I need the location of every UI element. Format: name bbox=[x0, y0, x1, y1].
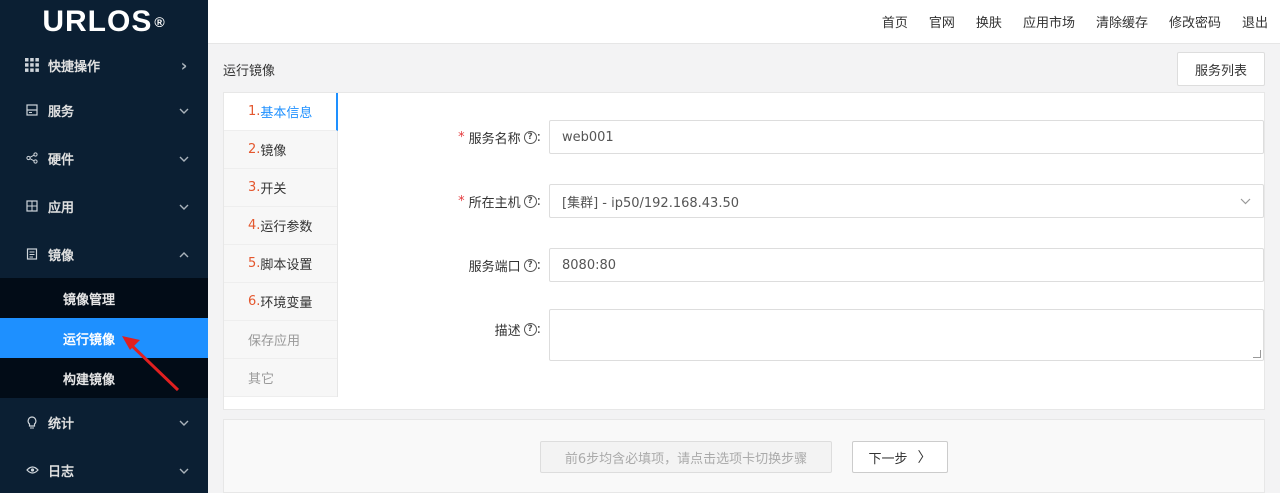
sidebar-item-stats[interactable]: 统计 bbox=[0, 398, 208, 446]
chevron-up-icon bbox=[178, 247, 190, 261]
step-tabs: 1. 基本信息 2. 镜像 3. 开关 4. 运行参数 5. 脚本设置 6. 环境变量 保存… bbox=[224, 93, 338, 397]
chevron-down-icon bbox=[178, 151, 190, 165]
host-label: * 所在主机 ? : bbox=[458, 193, 541, 211]
sidebar: URLOS ® 快捷操作 › 服务 硬件 应用 镜像 镜像管理 运行镜像 构建镜… bbox=[0, 0, 208, 493]
chevron-down-icon bbox=[178, 103, 190, 117]
sidebar-item-services[interactable]: 服务 bbox=[0, 86, 208, 134]
tab-basic-info[interactable]: 1. 基本信息 bbox=[224, 93, 338, 131]
sidebar-submenu-images: 镜像管理 运行镜像 构建镜像 bbox=[0, 278, 208, 398]
page-title: 运行镜像 bbox=[223, 64, 276, 79]
registered-mark: ® bbox=[154, 14, 166, 30]
nav-link-home[interactable]: 首页 bbox=[882, 12, 908, 31]
help-icon[interactable]: ? bbox=[523, 130, 537, 144]
help-icon[interactable]: ? bbox=[523, 323, 537, 336]
sidebar-item-label: 快捷操作 bbox=[48, 59, 101, 75]
bulb-icon bbox=[24, 414, 40, 430]
tab-save-app[interactable]: 保存应用 bbox=[224, 321, 337, 359]
help-icon[interactable]: ? bbox=[523, 194, 537, 208]
sidebar-item-apps[interactable]: 应用 bbox=[0, 182, 208, 230]
document-icon bbox=[24, 246, 40, 262]
sidebar-item-label: 服务 bbox=[48, 104, 75, 120]
service-name-row: * 服务名称 ? : web001 bbox=[338, 120, 1264, 154]
port-input[interactable]: 8080:80 bbox=[549, 248, 1264, 282]
help-icon[interactable]: ? bbox=[523, 258, 537, 272]
sidebar-item-label: 日志 bbox=[48, 464, 75, 480]
form-panel: 1. 基本信息 2. 镜像 3. 开关 4. 运行参数 5. 脚本设置 6. 环境变量 保存… bbox=[223, 92, 1265, 410]
port-row: 服务端口 ? : 8080:80 bbox=[338, 248, 1264, 282]
nav-link-clear-cache[interactable]: 清除缓存 bbox=[1096, 12, 1148, 31]
share-icon bbox=[24, 150, 40, 166]
next-step-button[interactable]: 下一步 〉 bbox=[852, 441, 948, 473]
host-row: * 所在主机 ? : [集群] - ip50/192.168.43.50 bbox=[338, 184, 1264, 218]
tab-script-settings[interactable]: 5. 脚本设置 bbox=[224, 245, 337, 283]
sidebar-item-hardware[interactable]: 硬件 bbox=[0, 134, 208, 182]
host-select[interactable]: [集群] - ip50/192.168.43.50 bbox=[549, 184, 1264, 218]
logo[interactable]: URLOS ® bbox=[0, 0, 208, 44]
description-row: 描述 ? : bbox=[338, 309, 1264, 361]
tab-env-vars[interactable]: 6. 环境变量 bbox=[224, 283, 337, 321]
sidebar-subitem-run-image[interactable]: 运行镜像 bbox=[0, 318, 208, 358]
tab-run-params[interactable]: 4. 运行参数 bbox=[224, 207, 337, 245]
chevron-down-icon bbox=[178, 199, 190, 213]
service-name-label: * 服务名称 ? : bbox=[458, 129, 541, 147]
tab-other[interactable]: 其它 bbox=[224, 359, 337, 397]
nav-link-official-site[interactable]: 官网 bbox=[929, 12, 955, 31]
tab-image[interactable]: 2. 镜像 bbox=[224, 131, 337, 169]
resize-handle-icon[interactable] bbox=[1253, 350, 1261, 358]
top-nav: 首页 官网 换肤 应用市场 清除缓存 修改密码 退出 bbox=[208, 0, 1280, 44]
apps-icon bbox=[24, 198, 40, 214]
service-list-button[interactable]: 服务列表 bbox=[1177, 52, 1265, 86]
sidebar-item-images[interactable]: 镜像 bbox=[0, 230, 208, 278]
main-content: 运行镜像 服务列表 1. 基本信息 2. 镜像 3. 开关 4. 运行参数 5. 脚本设置… bbox=[208, 44, 1280, 493]
chevron-right-icon: 〉 bbox=[917, 450, 932, 466]
basic-info-form: * 服务名称 ? : web001 * 所在主机 ? : [集群] - ip50… bbox=[338, 93, 1264, 409]
sidebar-item-label: 硬件 bbox=[48, 152, 75, 168]
chevron-right-icon: › bbox=[180, 55, 188, 75]
service-name-input[interactable]: web001 bbox=[549, 120, 1264, 154]
chevron-down-icon bbox=[178, 463, 190, 477]
sidebar-item-logs[interactable]: 日志 bbox=[0, 446, 208, 493]
description-label: 描述 ? : bbox=[494, 322, 541, 339]
chevron-down-icon bbox=[178, 415, 190, 429]
nav-link-change-password[interactable]: 修改密码 bbox=[1169, 12, 1221, 31]
sidebar-item-quick-ops[interactable]: 快捷操作 › bbox=[0, 44, 208, 86]
tab-switches[interactable]: 3. 开关 bbox=[224, 169, 337, 207]
port-label: 服务端口 ? : bbox=[468, 257, 541, 275]
logo-text: URLOS bbox=[42, 5, 153, 38]
grid-icon bbox=[24, 57, 40, 73]
nav-link-app-market[interactable]: 应用市场 bbox=[1023, 12, 1075, 31]
form-footer: 前6步均含必填项，请点击选项卡切换步骤 下一步 〉 bbox=[223, 419, 1265, 493]
nav-link-skin[interactable]: 换肤 bbox=[976, 12, 1002, 31]
required-hint-button: 前6步均含必填项，请点击选项卡切换步骤 bbox=[540, 441, 832, 473]
chevron-down-icon bbox=[1240, 194, 1251, 208]
host-select-value: [集群] - ip50/192.168.43.50 bbox=[562, 195, 739, 211]
sidebar-item-label: 统计 bbox=[48, 416, 75, 432]
description-textarea[interactable] bbox=[549, 309, 1264, 361]
sidebar-subitem-build-image[interactable]: 构建镜像 bbox=[0, 358, 208, 398]
nav-link-logout[interactable]: 退出 bbox=[1242, 12, 1268, 31]
sidebar-item-label: 镜像 bbox=[48, 248, 75, 264]
server-icon bbox=[24, 102, 40, 118]
sidebar-subitem-image-management[interactable]: 镜像管理 bbox=[0, 278, 208, 318]
eye-icon bbox=[24, 462, 40, 478]
sidebar-item-label: 应用 bbox=[48, 200, 75, 216]
